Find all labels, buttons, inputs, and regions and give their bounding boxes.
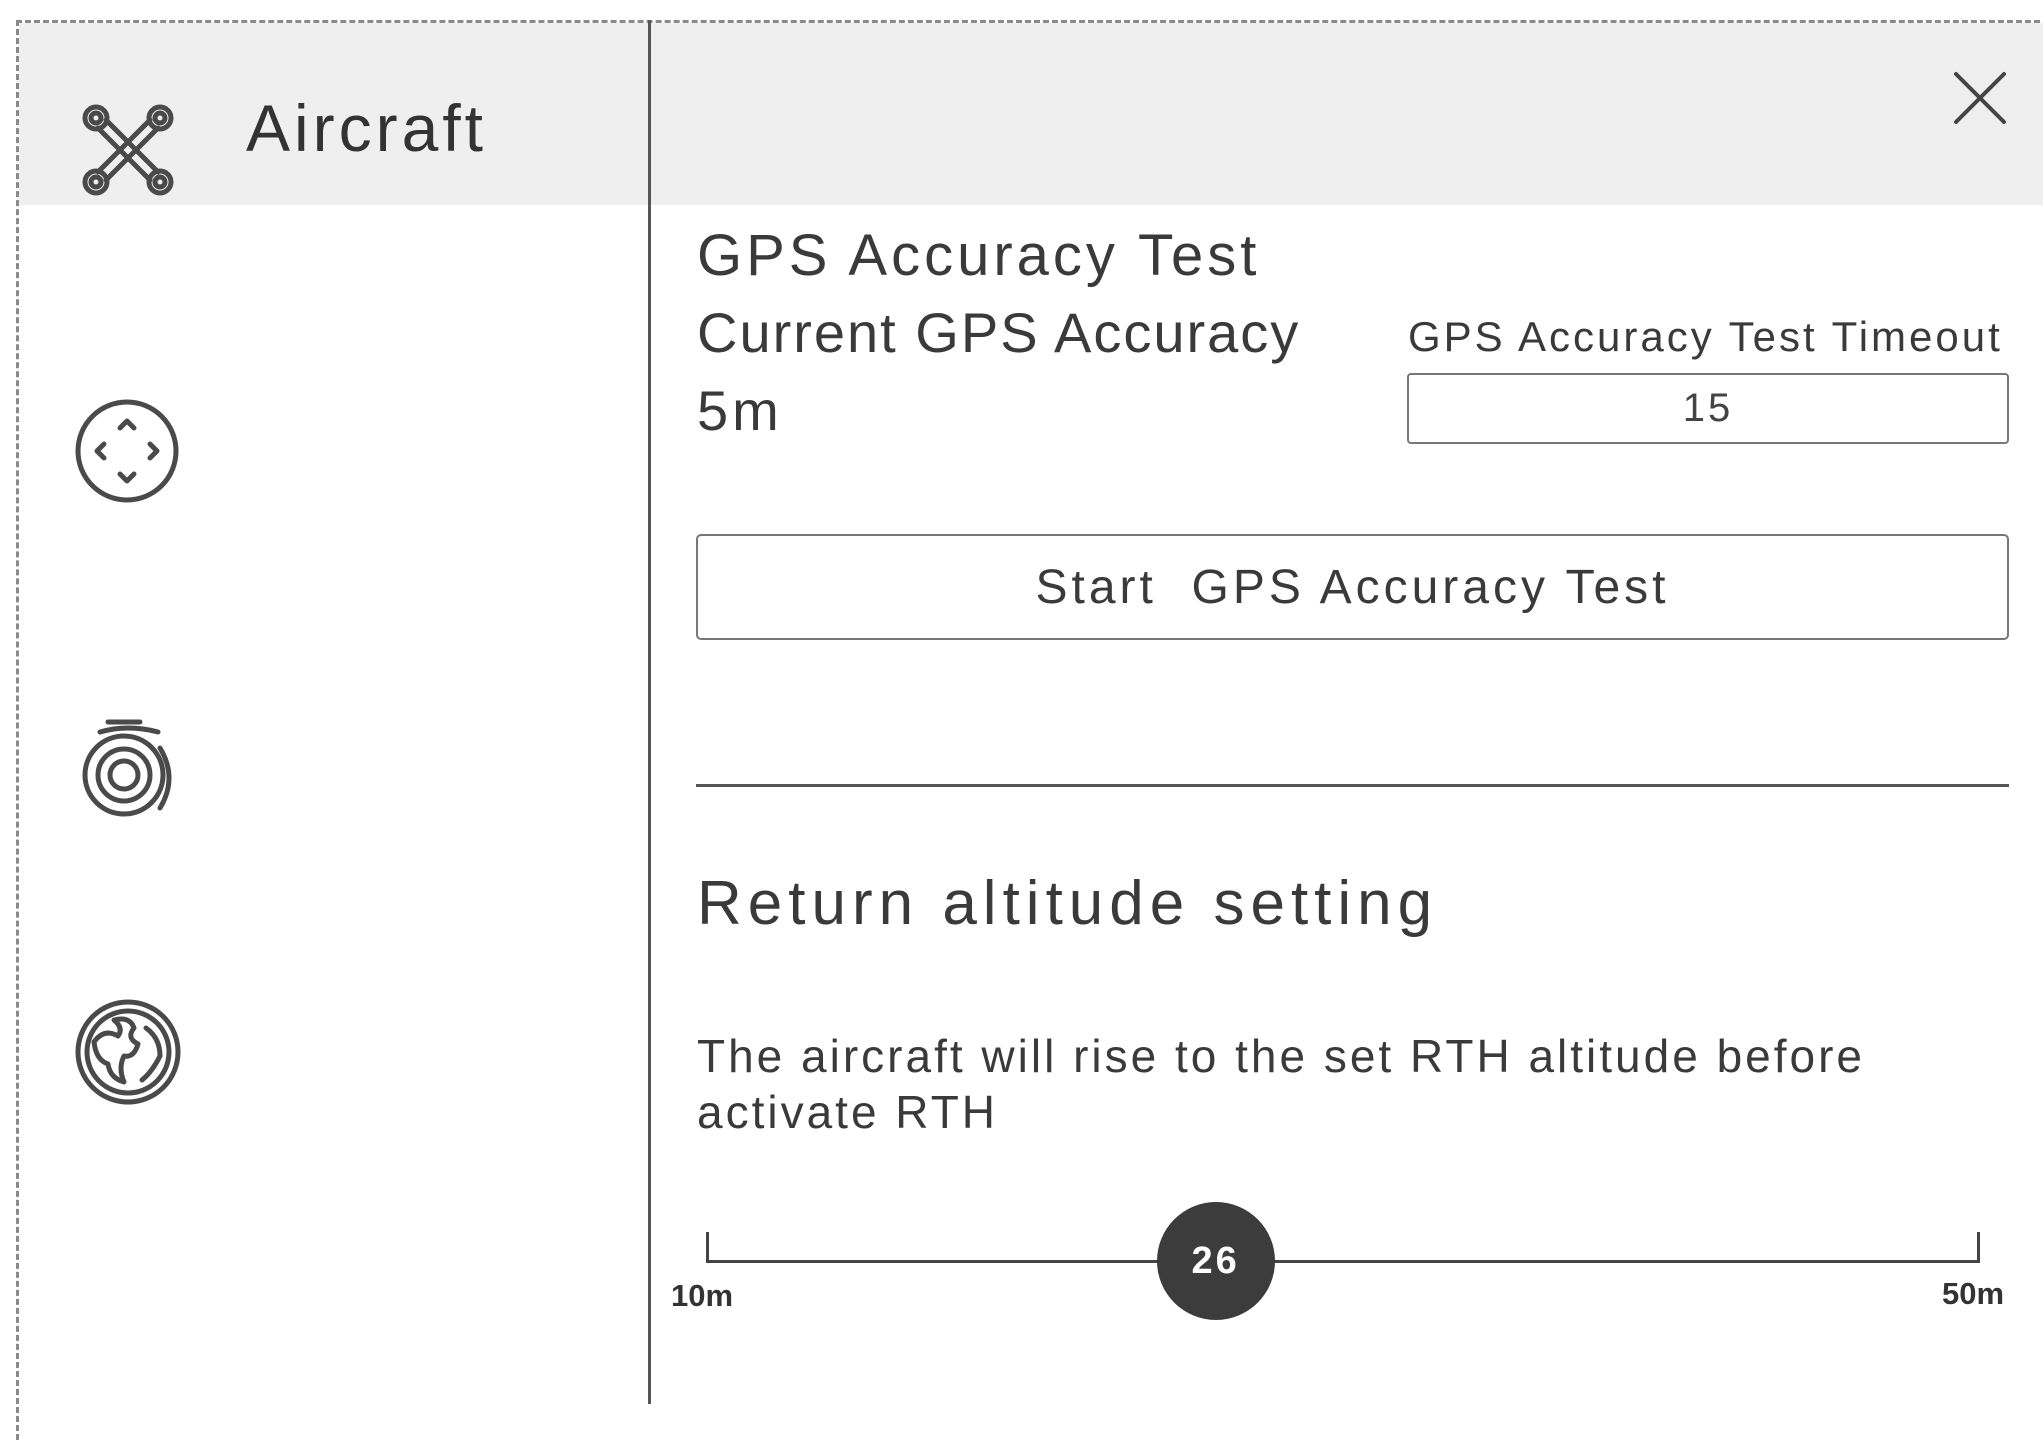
slider-track[interactable]: [706, 1260, 1980, 1263]
aircraft-icon[interactable]: [78, 100, 178, 200]
camera-gimbal-icon[interactable]: [78, 718, 182, 818]
slider-min-label: 10m: [671, 1278, 734, 1313]
current-gps-accuracy-value: 5m: [697, 379, 783, 442]
start-gps-test-button[interactable]: Start GPS Accuracy Test: [696, 534, 2009, 640]
return-altitude-description: The aircraft will rise to the set RTH al…: [697, 1030, 1866, 1138]
globe-icon[interactable]: [74, 998, 182, 1106]
current-gps-accuracy-label: Current GPS Accuracy: [697, 301, 1301, 364]
sidebar-title: Aircraft: [246, 91, 488, 165]
return-altitude-slider[interactable]: 26: [706, 1202, 1980, 1320]
section-divider: [696, 784, 2009, 787]
gps-test-title: GPS Accuracy Test: [697, 223, 1261, 288]
vertical-divider: [648, 20, 651, 1404]
gps-timeout-label: GPS Accuracy Test Timeout: [1408, 313, 2003, 360]
return-altitude-title: Return altitude setting: [697, 869, 1439, 938]
slider-max-label: 50m: [1942, 1276, 2005, 1311]
slider-min-tick: [706, 1232, 709, 1263]
slider-handle[interactable]: 26: [1156, 1202, 1275, 1320]
content-header: [651, 23, 2043, 205]
joystick-icon[interactable]: [74, 398, 180, 504]
gps-timeout-input[interactable]: [1407, 373, 2009, 444]
close-button[interactable]: [1950, 68, 2010, 128]
close-icon: [1954, 72, 2006, 124]
slider-max-tick: [1977, 1232, 1980, 1263]
